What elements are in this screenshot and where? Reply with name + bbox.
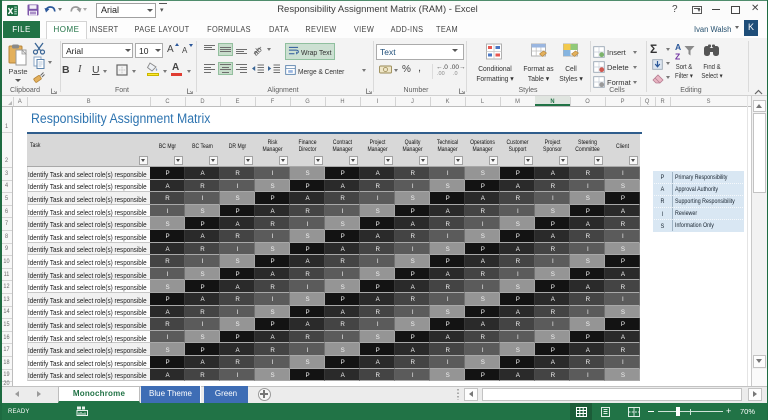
svg-text:ab: ab (252, 45, 264, 56)
svg-text:A: A (675, 42, 681, 52)
svg-text:Z: Z (675, 52, 680, 62)
